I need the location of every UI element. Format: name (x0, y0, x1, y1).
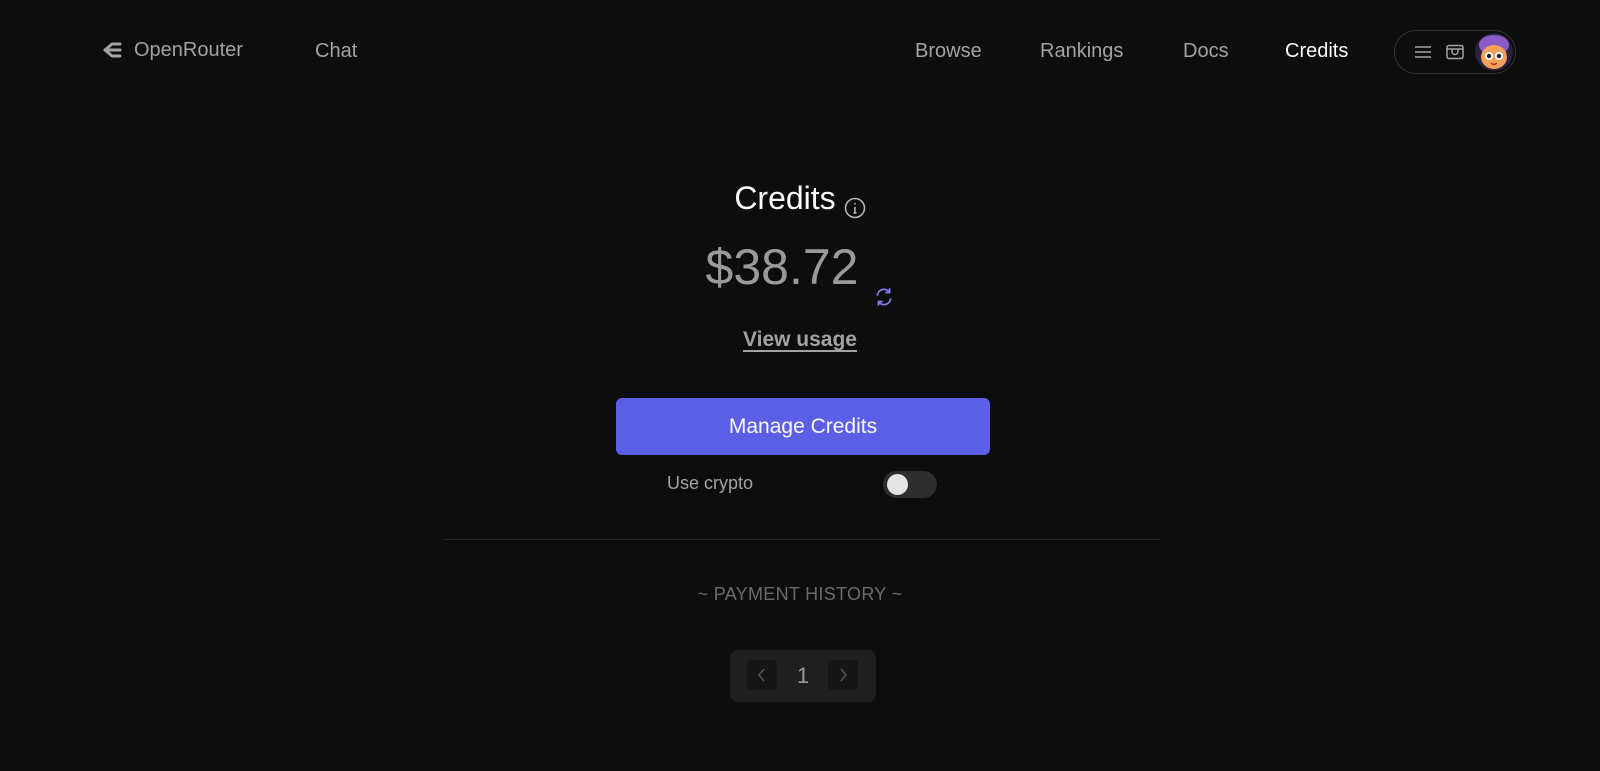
nav-credits[interactable]: Credits (1285, 40, 1348, 63)
refresh-icon[interactable] (874, 261, 894, 306)
avatar[interactable] (1475, 33, 1513, 71)
top-nav: OpenRouter Chat Browse Rankings Docs Cre… (0, 0, 1600, 106)
pagination: 1 (730, 650, 876, 702)
next-page-button[interactable] (828, 660, 858, 690)
openrouter-logo-icon (103, 42, 122, 58)
account-menu[interactable] (1394, 30, 1516, 74)
brand-name: OpenRouter (134, 38, 243, 61)
wallet-icon[interactable] (1445, 42, 1465, 62)
divider (444, 539, 1160, 540)
nav-chat[interactable]: Chat (315, 40, 357, 63)
payment-history-heading: ~ PAYMENT HISTORY ~ (697, 584, 903, 604)
manage-credits-button[interactable]: Manage Credits (616, 398, 990, 455)
page-title: Credits (0, 180, 1600, 218)
nav-browse[interactable]: Browse (915, 40, 982, 63)
use-crypto-toggle[interactable] (883, 471, 937, 498)
use-crypto-label: Use crypto (667, 473, 754, 493)
brand-logo[interactable]: OpenRouter (100, 38, 243, 62)
credit-balance: $38.72 (0, 238, 1600, 306)
chevron-right-icon (840, 668, 847, 682)
info-icon[interactable] (844, 190, 866, 218)
view-usage-link[interactable]: View usage (743, 328, 857, 351)
nav-rankings[interactable]: Rankings (1040, 40, 1123, 63)
menu-icon[interactable] (1413, 42, 1433, 62)
credits-title: Credits (734, 180, 836, 216)
toggle-knob (887, 474, 908, 495)
nav-docs[interactable]: Docs (1183, 40, 1229, 63)
balance-amount: $38.72 (705, 239, 859, 295)
